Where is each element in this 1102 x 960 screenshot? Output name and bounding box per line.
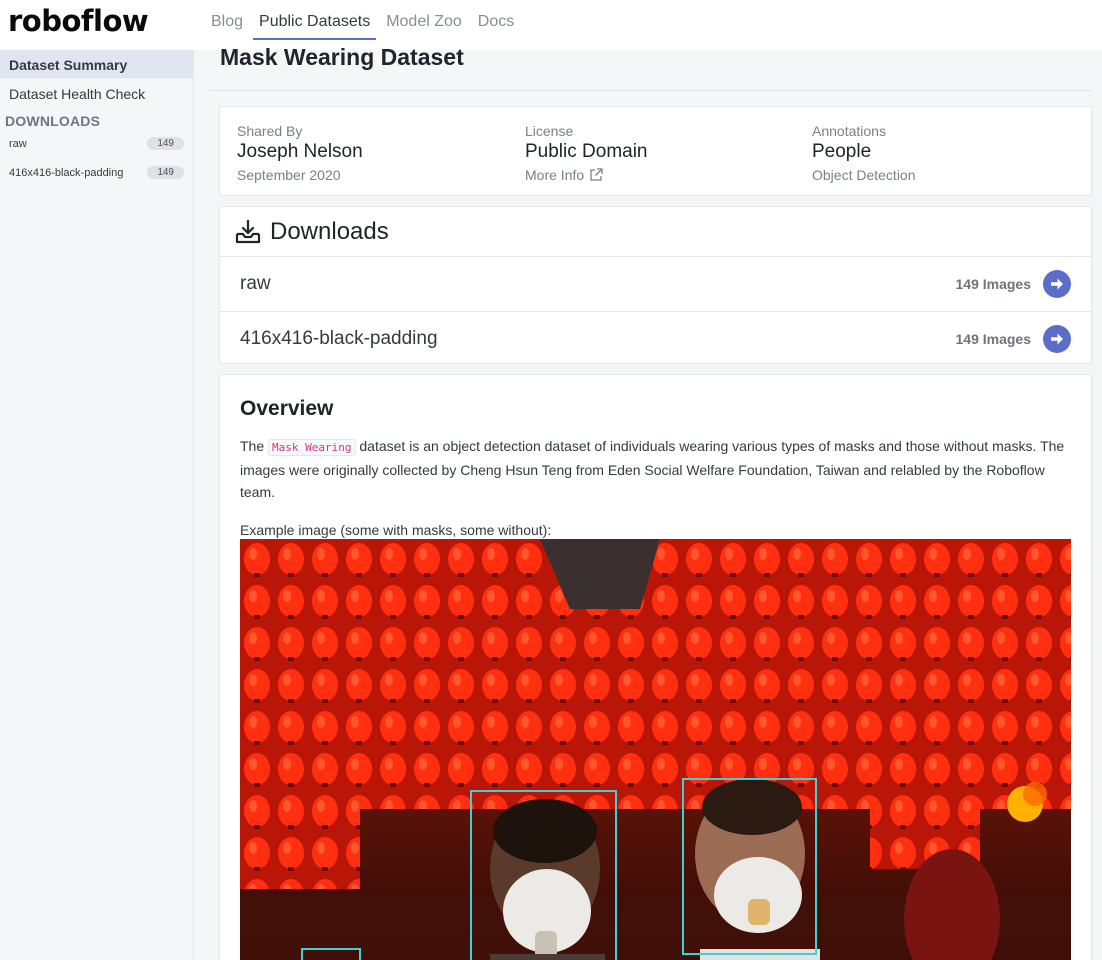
annotations-label: Annotations — [812, 123, 886, 139]
sidebar-downloads-heading: DOWNLOADS — [5, 113, 101, 129]
shared-date: September 2020 — [237, 167, 341, 183]
license-section: License Public Domain More Info — [525, 123, 648, 183]
download-tray-icon — [235, 219, 261, 243]
download-row-right: 149 Images — [955, 324, 1071, 353]
download-row-416x416-black-padding[interactable]: 416x416-black-padding 149 Images — [220, 311, 1091, 365]
overview-text-start: The — [240, 438, 269, 454]
downloads-header: Downloads — [220, 207, 1091, 257]
overview-title: Overview — [240, 397, 334, 420]
title-divider — [210, 90, 1092, 91]
license-value: Public Domain — [525, 141, 648, 162]
image-count: 149 Images — [955, 330, 1032, 347]
sidebar-download-416x416-black-padding[interactable]: 416x416-black-padding 149 — [0, 158, 193, 187]
arrow-right-icon[interactable] — [1043, 324, 1071, 353]
shared-by-section: Shared By Joseph Nelson September 2020 — [237, 123, 363, 183]
license-label: License — [525, 123, 574, 139]
example-image-caption: Example image (some with masks, some wit… — [240, 522, 552, 538]
annotation-type: Object Detection — [812, 167, 916, 183]
top-navbar: roboflow Blog Public Datasets Model Zoo … — [0, 0, 1102, 50]
more-info-link[interactable]: More Info — [525, 167, 648, 183]
annotations-value: People — [812, 141, 872, 162]
more-info-label: More Info — [525, 167, 585, 183]
count-badge: 149 — [147, 166, 184, 179]
nav-link-public-datasets[interactable]: Public Datasets — [253, 0, 377, 40]
arrow-right-icon[interactable] — [1043, 270, 1071, 298]
nav-link-model-zoo[interactable]: Model Zoo — [380, 0, 468, 40]
count-badge: 149 — [147, 137, 184, 150]
downloads-card: Downloads raw 149 Images 416x416-black-p… — [219, 206, 1092, 364]
download-name: 416x416-black-padding — [240, 327, 438, 349]
sidebar-item-dataset-summary[interactable]: Dataset Summary — [0, 50, 193, 78]
dataset-code-tag: Mask Wearing — [268, 439, 356, 456]
example-image — [240, 539, 1071, 960]
overview-text-rest: dataset is an object detection dataset o… — [240, 438, 1065, 500]
annotations-section: Annotations People Object Detection — [812, 123, 916, 183]
roboflow-logo[interactable]: roboflow — [8, 4, 149, 38]
shared-by-value: Joseph Nelson — [237, 141, 363, 162]
shared-by-label: Shared By — [237, 123, 303, 139]
nav-links: Blog Public Datasets Model Zoo Docs — [205, 0, 524, 40]
nav-link-blog[interactable]: Blog — [205, 0, 249, 40]
dataset-info-card: Shared By Joseph Nelson September 2020 L… — [219, 106, 1092, 196]
page-title: Mask Wearing Dataset — [220, 44, 464, 70]
nav-link-docs[interactable]: Docs — [472, 0, 520, 40]
sidebar: Dataset Summary Dataset Health Check DOW… — [0, 50, 194, 960]
sidebar-download-raw[interactable]: raw 149 — [0, 129, 193, 158]
download-name: raw — [240, 273, 271, 294]
download-row-raw[interactable]: raw 149 Images — [220, 257, 1091, 311]
overview-card: Overview The Mask Wearing dataset is an … — [219, 374, 1092, 960]
external-link-icon — [590, 168, 603, 181]
sidebar-download-label: 416x416-black-padding — [9, 166, 124, 179]
image-count: 149 Images — [955, 276, 1032, 292]
sidebar-download-label: raw — [9, 137, 27, 150]
downloads-title: Downloads — [270, 217, 389, 245]
sidebar-item-dataset-health-check[interactable]: Dataset Health Check — [0, 79, 193, 107]
download-row-right: 149 Images — [955, 270, 1071, 298]
overview-description: The Mask Wearing dataset is an object de… — [240, 435, 1071, 503]
